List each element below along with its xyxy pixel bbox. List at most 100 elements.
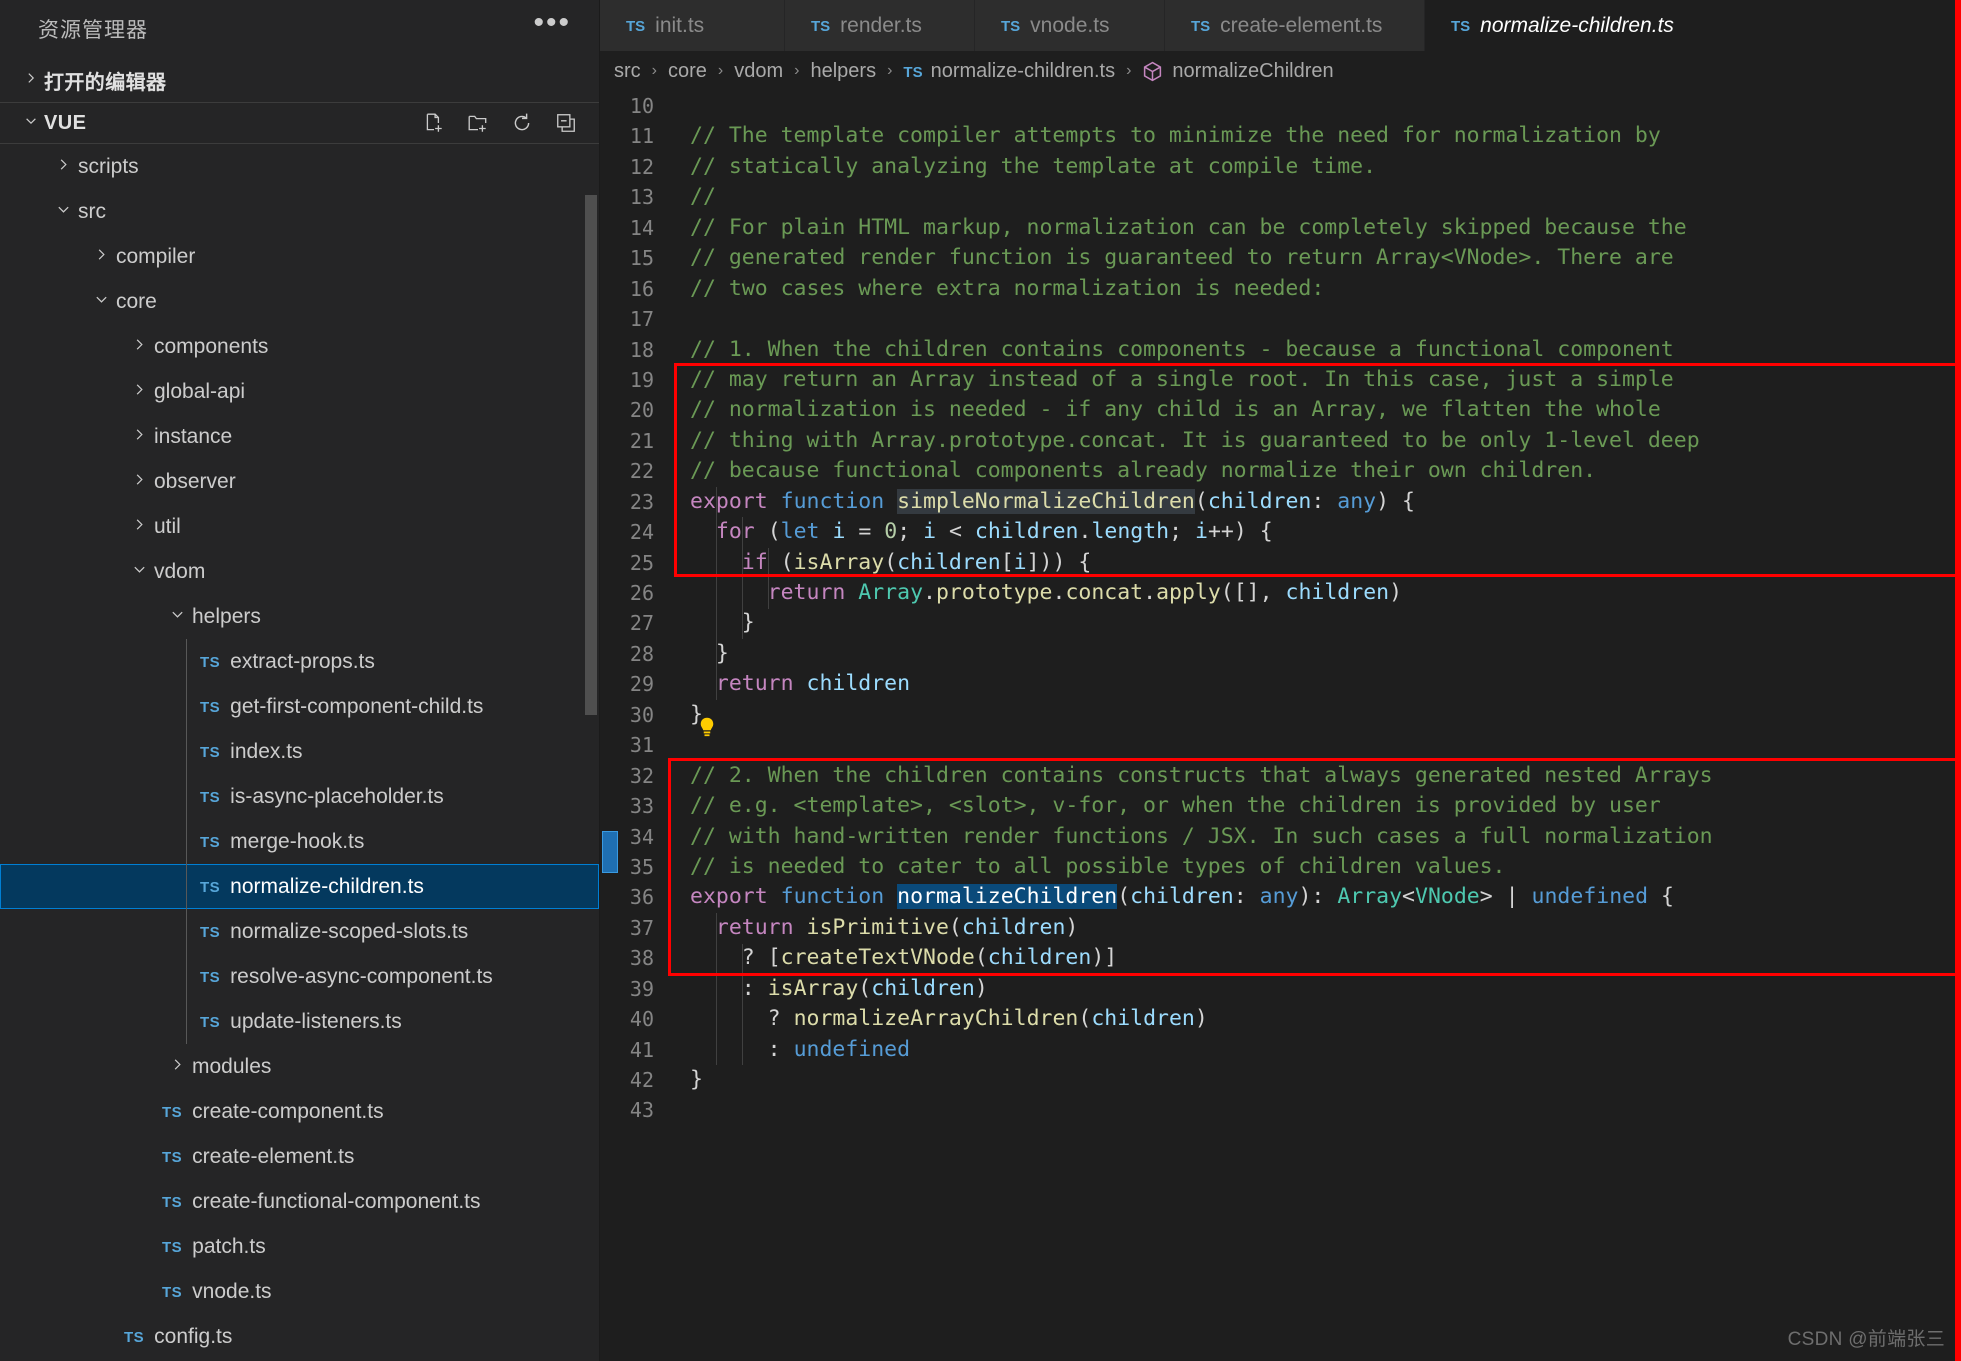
code-line[interactable]: 20 // normalization is needed - if any ch…	[600, 395, 1961, 425]
breadcrumb-item-2[interactable]: vdom	[734, 60, 783, 83]
code-line[interactable]: 24 for (let i = 0; i < children.length; …	[600, 517, 1961, 547]
code-lines[interactable]: 10 11 // The template compiler attempts to…	[600, 91, 1961, 1126]
code-line[interactable]: 23 export function simpleNormalizeChildre…	[600, 487, 1961, 517]
code-line[interactable]: 43	[600, 1095, 1961, 1125]
tree-file[interactable]: TS is-async-placeholder.ts	[0, 774, 599, 819]
code-line[interactable]: 22 // because functional components alrea…	[600, 456, 1961, 486]
tree-file[interactable]: TS patch.ts	[0, 1224, 599, 1269]
tree-file[interactable]: TS merge-hook.ts	[0, 819, 599, 864]
code-line[interactable]: 18 // 1. When the children contains compo…	[600, 335, 1961, 365]
tree-folder[interactable]: global-api	[0, 369, 599, 414]
tree-file[interactable]: TS create-element.ts	[0, 1134, 599, 1179]
code-line[interactable]: 26 return Array.prototype.concat.apply([…	[600, 578, 1961, 608]
sidebar-scrollbar[interactable]	[585, 195, 597, 715]
tree-folder[interactable]: scripts	[0, 144, 599, 189]
code-line[interactable]: 33 // e.g. <template>, <slot>, v-for, or …	[600, 791, 1961, 821]
tree-folder[interactable]: src	[0, 189, 599, 234]
tree-folder[interactable]: core	[0, 279, 599, 324]
breadcrumb-item-1[interactable]: core	[668, 60, 707, 83]
code-line[interactable]: 31	[600, 730, 1961, 760]
breadcrumb[interactable]: src › core › vdom › helpers › TS normali…	[600, 51, 1961, 91]
code-line[interactable]: 34// with hand-written render functions …	[600, 822, 1961, 852]
tree-folder[interactable]: modules	[0, 1044, 599, 1089]
tree-file[interactable]: TS extract-props.ts	[0, 639, 599, 684]
chevron-right-icon: ›	[1126, 62, 1132, 79]
open-editors-section[interactable]: 打开的编辑器	[0, 58, 599, 102]
code-line[interactable]: 39 : isArray(children)	[600, 974, 1961, 1004]
editor-tab[interactable]: TS create-element.ts	[1165, 0, 1425, 51]
tree-file[interactable]: TS normalize-children.ts	[0, 864, 599, 909]
code-line[interactable]: 17	[600, 304, 1961, 334]
tree-folder[interactable]: util	[0, 504, 599, 549]
code-line[interactable]: 35// is needed to cater to all possible …	[600, 852, 1961, 882]
code-line[interactable]: 21 // thing with Array.prototype.concat. …	[600, 426, 1961, 456]
breadcrumb-file[interactable]: normalize-children.ts	[931, 60, 1116, 83]
code-line[interactable]: 13 //	[600, 182, 1961, 212]
tree-item-label: extract-props.ts	[230, 649, 375, 673]
code-line[interactable]: 11 // The template compiler attempts to m…	[600, 121, 1961, 151]
breadcrumb-item-3[interactable]: helpers	[810, 60, 876, 83]
tree-file[interactable]: TS get-first-component-child.ts	[0, 684, 599, 729]
tree-file[interactable]: TS create-functional-component.ts	[0, 1179, 599, 1224]
code-line[interactable]: 15 // generated render function is guaran…	[600, 243, 1961, 273]
breadcrumb-item-0[interactable]: src	[614, 60, 641, 83]
code-line[interactable]: 41 : undefined	[600, 1035, 1961, 1065]
new-file-icon[interactable]	[423, 112, 445, 134]
tree-folder[interactable]: observer	[0, 459, 599, 504]
tree-folder[interactable]: helpers	[0, 594, 599, 639]
tree-file[interactable]: TS resolve-async-component.ts	[0, 954, 599, 999]
refresh-icon[interactable]	[511, 112, 533, 134]
code-text: // The template compiler attempts to min…	[690, 123, 1661, 149]
code-line[interactable]: 14 // For plain HTML markup, normalizatio…	[600, 213, 1961, 243]
tree-folder[interactable]: instance	[0, 414, 599, 459]
code-line[interactable]: 19 // may return an Array instead of a si…	[600, 365, 1961, 395]
typescript-file-icon: TS	[200, 744, 221, 761]
code-line[interactable]: 37 return isPrimitive(children)	[600, 913, 1961, 943]
editor-tab[interactable]: TS vnode.ts	[975, 0, 1165, 51]
workspace-section[interactable]: VUE	[0, 102, 599, 144]
chevron-right-icon	[124, 337, 154, 356]
tree-item-label: config.ts	[154, 1324, 233, 1348]
tree-file[interactable]: TS update-listeners.ts	[0, 999, 599, 1044]
code-line[interactable]: 28 }	[600, 639, 1961, 669]
tree-file[interactable]: TS vnode.ts	[0, 1269, 599, 1314]
code-line[interactable]: 27 }	[600, 608, 1961, 638]
tree-file[interactable]: TS normalize-scoped-slots.ts	[0, 909, 599, 954]
code-line[interactable]: 12 // statically analyzing the template a…	[600, 152, 1961, 182]
tree-folder[interactable]: compiler	[0, 234, 599, 279]
lightbulb-icon[interactable]	[697, 716, 717, 742]
tree-file[interactable]: TS index.ts	[0, 729, 599, 774]
tree-file[interactable]: TS config.ts	[0, 1314, 599, 1359]
code-line[interactable]: 38 ? [createTextVNode(children)]	[600, 943, 1961, 973]
new-folder-icon[interactable]	[467, 112, 489, 134]
code-line[interactable]: 29 return children	[600, 669, 1961, 699]
editor-tab[interactable]: TS init.ts	[600, 0, 785, 51]
code-text: ? normalizeArrayChildren(children)	[767, 1006, 1208, 1032]
code-line[interactable]: 36 export function normalizeChildren(chil…	[600, 882, 1961, 912]
code-line[interactable]: 40 ? normalizeArrayChildren(children)	[600, 1004, 1961, 1034]
code-line[interactable]: 16 // two cases where extra normalization…	[600, 274, 1961, 304]
tree-folder[interactable]: components	[0, 324, 599, 369]
code-line[interactable]: 42}	[600, 1065, 1961, 1095]
chevron-right-icon: ›	[887, 62, 893, 79]
code-line[interactable]: 25 if (isArray(children[i])) {	[600, 548, 1961, 578]
editor-tab[interactable]: TS render.ts	[785, 0, 975, 51]
ellipsis-icon[interactable]: •••	[533, 8, 571, 40]
code-line[interactable]: 10	[600, 91, 1961, 121]
editor-tab[interactable]: TS normalize-children.ts	[1425, 0, 1961, 51]
code-line[interactable]: 32 // 2. When the children contains const…	[600, 761, 1961, 791]
code-editor[interactable]: 10 11 // The template compiler attempts to…	[600, 91, 1961, 1361]
typescript-file-icon: TS	[162, 1149, 183, 1166]
tree-file[interactable]: TS create-component.ts	[0, 1089, 599, 1134]
chevron-right-icon	[124, 382, 154, 401]
breadcrumb-symbol[interactable]: normalizeChildren	[1172, 60, 1333, 83]
collapse-all-icon[interactable]	[555, 112, 577, 134]
code-line[interactable]: 30}	[600, 700, 1961, 730]
file-tree[interactable]: scripts src compiler core components global-a…	[0, 144, 599, 1361]
editor-tabbar[interactable]: TS init.ts TS render.ts TS vnode.ts TS create-e…	[600, 0, 1961, 51]
line-number: 10	[629, 94, 654, 118]
tree-folder[interactable]: vdom	[0, 549, 599, 594]
